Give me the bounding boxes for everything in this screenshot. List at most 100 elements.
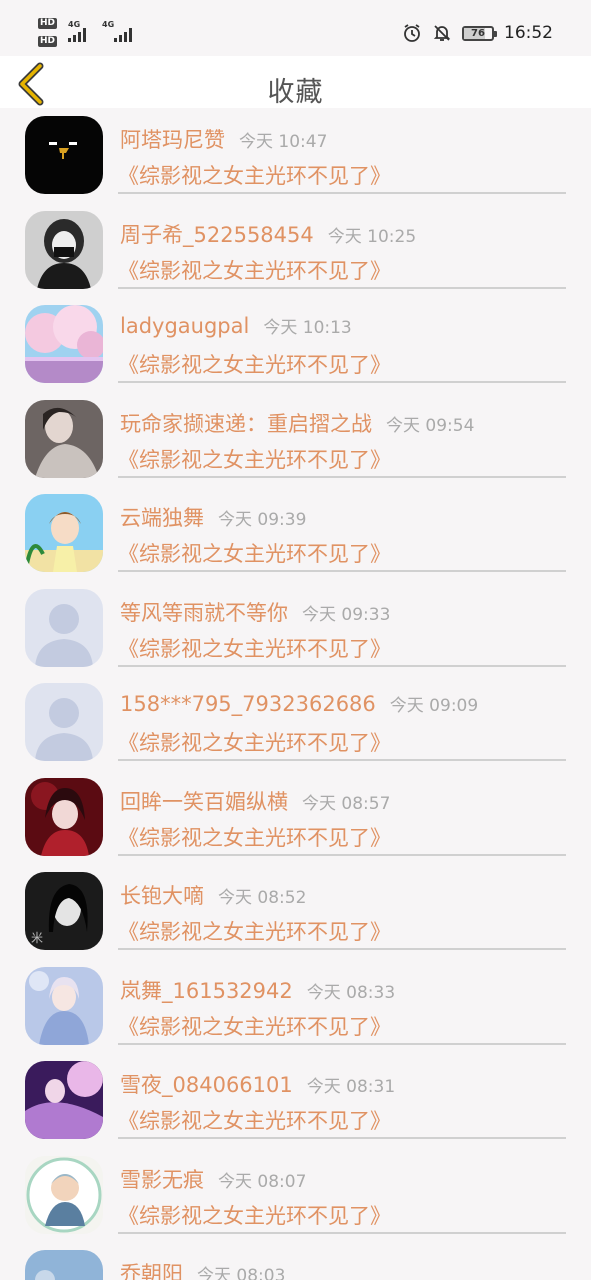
avatar[interactable] xyxy=(25,305,103,383)
book-title[interactable]: 《综影视之女主光环不见了》 xyxy=(118,633,391,663)
battery-indicator: 76 xyxy=(462,25,497,41)
divider xyxy=(118,286,566,289)
hd-badge: HD xyxy=(38,36,58,47)
avatar[interactable] xyxy=(25,683,103,761)
book-title[interactable]: 《综影视之女主光环不见了》 xyxy=(118,1105,391,1135)
list-item[interactable]: 玩命家撷速递：重启摺之战 今天 09:54 《综影视之女主光环不见了》 xyxy=(0,392,591,487)
list-item[interactable]: 阿塔玛尼赞 今天 10:47 《综影视之女主光环不见了》 xyxy=(0,108,591,203)
timestamp: 今天 09:54 xyxy=(386,415,475,436)
divider xyxy=(118,570,566,572)
user-name: 玩命家撷速递：重启摺之战 今天 09:54 xyxy=(120,408,474,438)
list-item[interactable]: 岚舞_161532942 今天 08:33 《综影视之女主光环不见了》 xyxy=(0,959,591,1054)
signal-icon xyxy=(68,26,86,42)
list-item[interactable]: 云端独舞 今天 09:39 《综影视之女主光环不见了》 xyxy=(0,486,591,581)
book-title[interactable]: 《综影视之女主光环不见了》 xyxy=(118,727,391,757)
list-item[interactable]: 雪影无痕 今天 08:07 《综影视之女主光环不见了》 xyxy=(0,1148,591,1243)
divider xyxy=(118,381,566,383)
book-title[interactable]: 《综影视之女主光环不见了》 xyxy=(118,160,391,190)
timestamp: 今天 10:47 xyxy=(239,132,328,152)
user-name-text: 长铇大嘀 xyxy=(120,884,204,908)
book-title[interactable]: 《综影视之女主光环不见了》 xyxy=(118,255,391,285)
timestamp: 今天 09:33 xyxy=(302,604,391,625)
user-name: 雪夜_084066101 今天 08:31 xyxy=(120,1069,395,1099)
network-type-label: 4G xyxy=(102,20,115,29)
user-name-text: 158***795_7932362686 xyxy=(120,692,376,716)
avatar[interactable] xyxy=(25,1250,103,1280)
user-name: 158***795_7932362686 今天 09:09 xyxy=(120,691,478,716)
user-name: 云端独舞 今天 09:39 xyxy=(120,502,306,532)
user-name-text: 云端独舞 xyxy=(120,506,204,530)
timestamp: 今天 10:25 xyxy=(327,226,417,247)
user-name-text: 阿塔玛尼赞 xyxy=(120,128,225,152)
network-indicators: HD HD 4G 4G xyxy=(38,14,148,50)
divider xyxy=(118,759,566,761)
user-name: 乔朝阳 今天 08:03 xyxy=(120,1258,285,1280)
bell-off-icon xyxy=(433,25,451,41)
status-right: 76 16:52 xyxy=(402,20,553,46)
timestamp: 今天 10:13 xyxy=(263,318,352,338)
user-name: 等风等雨就不等你 今天 09:33 xyxy=(120,597,390,627)
user-name-text: 玩命家撷速递：重启摺之战 xyxy=(120,411,372,436)
list-item[interactable]: 等风等雨就不等你 今天 09:33 《综影视之女主光环不见了》 xyxy=(0,581,591,676)
timestamp: 今天 08:31 xyxy=(306,1077,396,1097)
user-name: 长铇大嘀 今天 08:52 xyxy=(120,880,306,910)
user-name: 回眸一笑百媚纵横 今天 08:57 xyxy=(120,786,390,816)
timestamp: 今天 08:07 xyxy=(218,1171,307,1192)
avatar[interactable] xyxy=(25,399,103,478)
timestamp: 今天 08:33 xyxy=(306,982,396,1003)
timestamp: 今天 09:39 xyxy=(218,510,307,530)
signal-icon xyxy=(114,26,132,42)
user-name-text: ladygaugpal xyxy=(120,314,250,338)
timestamp: 今天 09:09 xyxy=(389,696,479,716)
user-name-text: 周子希_522558454 xyxy=(120,222,314,247)
book-title[interactable]: 《综影视之女主光环不见了》 xyxy=(118,1200,391,1230)
battery-level: 76 xyxy=(471,27,485,39)
divider xyxy=(118,1042,566,1045)
svg-text:米: 米 xyxy=(31,931,43,945)
list-item[interactable]: 周子希_522558454 今天 10:25 《综影视之女主光环不见了》 xyxy=(0,203,591,298)
timestamp: 今天 08:57 xyxy=(302,793,391,814)
list-item[interactable]: 雪夜_084066101 今天 08:31 《综影视之女主光环不见了》 xyxy=(0,1053,591,1148)
divider xyxy=(118,1231,566,1234)
book-title[interactable]: 《综影视之女主光环不见了》 xyxy=(118,1011,391,1041)
hd-badge: HD xyxy=(38,18,58,29)
divider xyxy=(118,664,566,667)
user-name-text: 等风等雨就不等你 xyxy=(120,600,288,625)
user-name-text: 乔朝阳 xyxy=(120,1262,183,1280)
avatar[interactable]: 米 xyxy=(25,872,103,950)
book-title[interactable]: 《综影视之女主光环不见了》 xyxy=(118,822,391,852)
user-name-text: 岚舞_161532942 xyxy=(120,978,293,1003)
divider xyxy=(118,948,566,950)
list-item[interactable]: 回眸一笑百媚纵横 今天 08:57 《综影视之女主光环不见了》 xyxy=(0,770,591,865)
timestamp: 今天 08:52 xyxy=(218,888,307,908)
status-bar: HD HD 4G 4G 76 16:52 xyxy=(0,0,591,56)
list-item[interactable]: 乔朝阳 今天 08:03 xyxy=(0,1242,591,1280)
list-item[interactable]: 米 长铇大嘀 今天 08:52 《综影视之女主光环不见了》 xyxy=(0,864,591,959)
divider xyxy=(118,192,566,194)
avatar[interactable] xyxy=(25,116,103,194)
avatar[interactable] xyxy=(25,588,103,667)
user-name-text: 雪影无痕 xyxy=(120,1167,204,1192)
book-title[interactable]: 《综影视之女主光环不见了》 xyxy=(118,916,391,946)
divider xyxy=(118,853,566,856)
user-name: 周子希_522558454 今天 10:25 xyxy=(120,219,416,249)
avatar[interactable] xyxy=(25,210,103,289)
avatar[interactable] xyxy=(25,777,103,856)
list-item[interactable]: 158***795_7932362686 今天 09:09 《综影视之女主光环不见了… xyxy=(0,675,591,770)
book-title[interactable]: 《综影视之女主光环不见了》 xyxy=(118,538,391,568)
user-name: 阿塔玛尼赞 今天 10:47 xyxy=(120,124,327,154)
alarm-icon xyxy=(404,24,420,42)
avatar[interactable] xyxy=(25,494,103,572)
clock: 16:52 xyxy=(504,23,553,43)
timestamp: 今天 08:03 xyxy=(197,1266,286,1280)
user-name: 雪影无痕 今天 08:07 xyxy=(120,1164,306,1194)
avatar[interactable] xyxy=(25,1061,103,1139)
nav-bar: 收藏 xyxy=(0,56,591,108)
book-title[interactable]: 《综影视之女主光环不见了》 xyxy=(118,444,391,474)
avatar[interactable] xyxy=(25,966,103,1045)
book-title[interactable]: 《综影视之女主光环不见了》 xyxy=(118,349,391,379)
user-name-text: 雪夜_084066101 xyxy=(120,1073,293,1097)
avatar[interactable] xyxy=(25,1155,103,1234)
list-item[interactable]: ladygaugpal 今天 10:13 《综影视之女主光环不见了》 xyxy=(0,297,591,392)
user-name: 岚舞_161532942 今天 08:33 xyxy=(120,975,395,1005)
